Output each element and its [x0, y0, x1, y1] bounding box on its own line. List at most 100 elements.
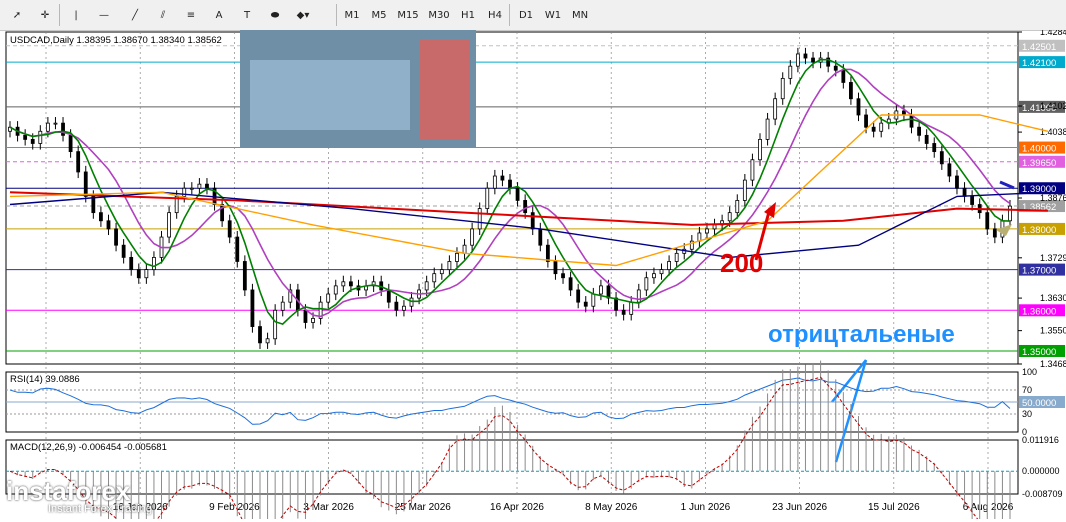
fibonacci-icon[interactable]: ≡	[180, 3, 202, 27]
candle-body	[23, 134, 28, 140]
crosshair-icon[interactable]: ✛	[34, 3, 56, 27]
candle-body	[538, 228, 543, 246]
macd-tick-label: 0.000000	[1022, 466, 1060, 476]
candle-body	[349, 281, 353, 287]
candle-body	[621, 309, 626, 315]
candle-body	[303, 309, 308, 323]
timeframe-m5[interactable]: M5	[369, 3, 389, 27]
x-tick-label: 3 Mar 2026	[303, 502, 354, 513]
candle-body	[409, 297, 414, 307]
timeframe-m1[interactable]: M1	[342, 3, 362, 27]
x-tick-label: 6 Aug 2026	[963, 502, 1014, 513]
candle-body	[167, 212, 171, 238]
macd-tick-label: 0.011916	[1022, 435, 1059, 445]
candle-body	[227, 220, 232, 238]
candle-body	[205, 183, 209, 189]
trend-line-icon[interactable]: ╱	[124, 3, 146, 27]
candle-body	[970, 195, 975, 205]
candle-body	[485, 187, 490, 209]
candle-body	[841, 69, 846, 83]
toolbar-separator	[509, 4, 510, 26]
candle-body	[447, 261, 452, 271]
y-tick-label: 1.35500	[1040, 326, 1066, 336]
x-tick-label: 16 Apr 2026	[490, 502, 544, 513]
price-level-label: 1.36000	[1022, 306, 1056, 317]
candle-body	[432, 273, 437, 283]
y-tick-label: 1.34680	[1040, 359, 1066, 369]
vertical-line-icon[interactable]: |	[65, 3, 87, 27]
candle-body	[553, 261, 558, 275]
text-icon[interactable]: A	[208, 3, 230, 27]
candle-body	[523, 200, 528, 214]
x-tick-label: 8 May 2026	[585, 502, 638, 513]
timeframe-d1[interactable]: D1	[516, 3, 536, 27]
arrows-icon[interactable]: ⬬	[264, 3, 286, 27]
candle-body	[477, 208, 482, 230]
candle-body	[849, 82, 853, 100]
rsi-label: RSI(14) 39.0886	[10, 374, 80, 385]
candle-body	[947, 163, 952, 177]
symbol-header: USDCAD,Daily 1.38395 1.38670 1.38340 1.3…	[10, 35, 222, 46]
candle-body	[152, 257, 156, 271]
x-tick-label: 15 Jul 2026	[868, 502, 920, 513]
y-tick-label: 1.40380	[1040, 127, 1066, 137]
cursor-icon[interactable]: ➚	[6, 3, 28, 27]
candle-body	[932, 143, 937, 153]
price-level-label: 1.39650	[1022, 158, 1056, 169]
candle-body	[235, 236, 240, 262]
candle-body	[386, 289, 391, 303]
timeframe-mn[interactable]: MN	[570, 3, 590, 27]
macd-label: MACD(12,26,9) -0.006454 -0.005681	[10, 442, 167, 453]
candle-body	[561, 273, 565, 279]
candle-body	[644, 277, 649, 291]
candle-body	[492, 175, 497, 189]
candle-body	[30, 139, 35, 144]
candle-body	[326, 293, 331, 303]
candle-body	[83, 171, 88, 197]
candle-body	[545, 244, 550, 262]
horizontal-line-icon[interactable]: —	[93, 3, 115, 27]
candle-body	[811, 57, 815, 63]
text-label-icon[interactable]: T	[236, 3, 258, 27]
candle-body	[652, 273, 656, 279]
candle-body	[1008, 205, 1012, 222]
candle-body	[439, 269, 444, 275]
candle-body	[250, 289, 255, 327]
candle-body	[61, 122, 65, 136]
rsi-tick-label: 70	[1022, 385, 1032, 395]
candle-body	[773, 98, 778, 120]
equidistant-channel-icon[interactable]: ⫽	[152, 3, 174, 27]
candle-body	[788, 65, 793, 79]
price-level-label: 1.35000	[1022, 347, 1056, 358]
chart-area[interactable]: 16 Jan 2026 9 Feb 2026 3 Mar 2026 25 Mar 20…	[0, 27, 1066, 522]
candle-body	[955, 175, 959, 189]
candle-body	[924, 134, 929, 144]
toolbar: ➚ ✛ | — ╱ ⫽ ≡ A T ⬬ ◆▾ M1 M5 M15 M30 H1 H4 D1 W1 MN	[0, 0, 1066, 31]
candle-body	[765, 118, 770, 140]
candle-body	[258, 326, 262, 344]
candle-body	[242, 261, 247, 291]
x-tick-label: 23 Jun 2026	[772, 502, 827, 513]
x-tick-label: 1 Jun 2026	[681, 502, 731, 513]
candle-body	[515, 187, 520, 201]
candle-body	[91, 195, 96, 214]
timeframe-m15[interactable]: M15	[396, 3, 420, 27]
objects-dropdown-icon[interactable]: ◆▾	[292, 3, 314, 27]
rsi-tick-label: 100	[1022, 367, 1037, 377]
candle-body	[500, 175, 505, 181]
annotation-negative: отрицтальеные	[768, 321, 955, 348]
instaforex-watermark: instaforex Instant Forex Trading	[6, 476, 152, 515]
timeframe-h4[interactable]: H4	[485, 3, 505, 27]
candle-body	[38, 130, 43, 144]
candle-body	[864, 114, 868, 128]
timeframe-w1[interactable]: W1	[543, 3, 563, 27]
candle-body	[508, 179, 512, 189]
candle-body	[871, 126, 876, 132]
y-tick-label: 1.37290	[1040, 253, 1066, 263]
rsi-tick-label: 30	[1022, 409, 1032, 419]
timeframe-h1[interactable]: H1	[458, 3, 478, 27]
y-tick-label: 1.42840	[1040, 30, 1066, 37]
candle-body	[985, 212, 990, 230]
timeframe-m30[interactable]: M30	[427, 3, 451, 27]
candle-body	[129, 257, 134, 271]
